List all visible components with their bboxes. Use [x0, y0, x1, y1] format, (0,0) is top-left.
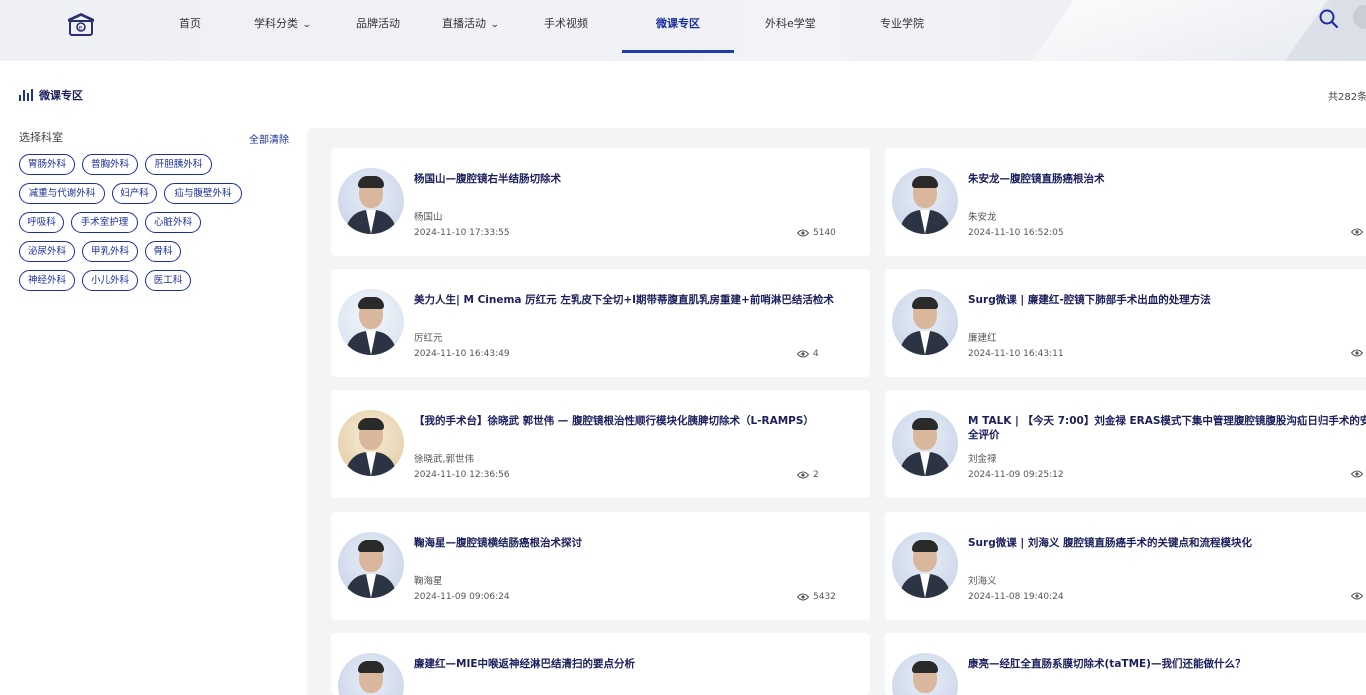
course-date: 2024-11-09 09:06:24 [414, 592, 510, 602]
chevron-down-icon: ⌄ [489, 20, 500, 30]
department-tag[interactable]: 手术室护理 [71, 212, 138, 233]
eye-icon [1351, 228, 1363, 236]
course-views: 5432 [797, 592, 836, 602]
nav-item-e-classroom[interactable]: 外科e学堂 [765, 15, 816, 31]
course-author: 徐晓武,郭世伟 [414, 454, 475, 465]
department-tag[interactable]: 呼吸科 [19, 212, 64, 233]
eye-icon [1351, 470, 1363, 478]
course-author: 刘金禄 [968, 454, 997, 465]
department-tag[interactable]: 小儿外科 [82, 270, 138, 291]
course-card[interactable]: 朱安龙—腹腔镜直肠癌根治术 朱安龙 2024-11-10 16:52:05 [885, 148, 1366, 256]
section-header: 微课专区 [19, 87, 83, 103]
course-author: 杨国山 [414, 212, 443, 223]
course-title: M TALK | 【今天 7:00】刘金禄 ERAS模式下集中管理腹腔镜腹股沟疝… [968, 415, 1366, 441]
lecturer-avatar [892, 532, 958, 598]
total-count: 共282条 [1328, 92, 1366, 103]
course-card[interactable]: 鞠海星—腹腔镜横结肠癌根治术探讨 鞠海星 2024-11-09 09:06:24… [331, 512, 870, 620]
course-date: 2024-11-10 16:43:11 [968, 349, 1064, 359]
lecturer-avatar [338, 410, 404, 476]
eye-icon [1351, 349, 1363, 357]
nav-item-home[interactable]: 首页 [179, 15, 201, 31]
lecturer-avatar [892, 653, 958, 695]
site-logo-icon[interactable]: e [66, 11, 96, 37]
nav-item-live[interactable]: 直播活动 ⌄ [442, 15, 500, 31]
department-tag[interactable]: 普胸外科 [82, 154, 138, 175]
course-title: Surg微课 | 廉建红-腔镜下肺部手术出血的处理方法 [968, 294, 1211, 306]
course-date: 2024-11-10 16:43:49 [414, 349, 510, 359]
department-tag[interactable]: 妇产科 [112, 183, 157, 204]
course-title: 美力人生| M Cinema 厉红元 左乳皮下全切+I期带蒂腹直肌乳房重建+前哨… [414, 294, 834, 306]
chevron-down-icon: ⌄ [301, 20, 312, 30]
course-title: 朱安龙—腹腔镜直肠癌根治术 [968, 173, 1105, 185]
course-title: 廉建红—MIE中喉返神经淋巴结清扫的要点分析 [414, 658, 636, 670]
course-views: 4 [797, 349, 819, 359]
course-views: 2 [797, 470, 819, 480]
clear-all-button[interactable]: 全部清除 [249, 131, 289, 146]
course-author: 鞠海星 [414, 576, 443, 587]
nav-item-academy[interactable]: 专业学院 [880, 15, 924, 31]
nav-item-micro-courses[interactable]: 微课专区 [656, 15, 700, 31]
course-card[interactable]: 美力人生| M Cinema 厉红元 左乳皮下全切+I期带蒂腹直肌乳房重建+前哨… [331, 269, 870, 377]
course-card[interactable]: Surg微课 | 廉建红-腔镜下肺部手术出血的处理方法 廉建红 2024-11-… [885, 269, 1366, 377]
nav-item-brand-events[interactable]: 品牌活动 [356, 15, 400, 31]
course-card[interactable]: M TALK | 【今天 7:00】刘金禄 ERAS模式下集中管理腹腔镜腹股沟疝… [885, 390, 1366, 498]
course-views [1351, 592, 1366, 600]
lecturer-avatar [892, 410, 958, 476]
bar-chart-icon [19, 89, 34, 101]
course-card[interactable]: 杨国山—腹腔镜右半结肠切除术 杨国山 2024-11-10 17:33:55 5… [331, 148, 870, 256]
section-title: 微课专区 [39, 89, 83, 102]
department-tag[interactable]: 神经外科 [19, 270, 75, 291]
department-tag[interactable]: 甲乳外科 [82, 241, 138, 262]
course-date: 2024-11-10 16:52:05 [968, 228, 1064, 238]
course-views [1351, 349, 1366, 357]
course-title: 康亮—经肛全直肠系膜切除术(taTME)—我们还能做什么？ [968, 658, 1246, 670]
course-date: 2024-11-10 17:33:55 [414, 228, 510, 238]
course-title: 鞠海星—腹腔镜横结肠癌根治术探讨 [414, 537, 582, 549]
lecturer-avatar [338, 532, 404, 598]
course-author: 朱安龙 [968, 212, 997, 223]
lecturer-avatar [892, 289, 958, 355]
department-tag[interactable]: 泌尿外科 [19, 241, 75, 262]
department-tag[interactable]: 肝胆胰外科 [145, 154, 212, 175]
eye-icon [797, 593, 809, 601]
course-card[interactable]: 廉建红—MIE中喉返神经淋巴结清扫的要点分析 [331, 633, 870, 695]
department-tag[interactable]: 心脏外科 [145, 212, 201, 233]
search-icon[interactable] [1318, 8, 1340, 30]
course-author: 廉建红 [968, 333, 997, 344]
top-navigation: e 首页 学科分类 ⌄ 品牌活动 直播活动 ⌄ 手术视频 微课专区 外科e学堂 专业… [0, 0, 1366, 61]
nav-item-surgery-videos[interactable]: 手术视频 [544, 15, 588, 31]
eye-icon [797, 350, 809, 358]
course-date: 2024-11-09 09:25:12 [968, 470, 1064, 480]
course-views [1351, 228, 1366, 236]
department-tag[interactable]: 减重与代谢外科 [19, 183, 105, 204]
svg-text:e: e [79, 25, 83, 32]
lecturer-avatar [892, 168, 958, 234]
eye-icon [797, 471, 809, 479]
course-card[interactable]: 【我的手术台】徐晓武 郭世伟 — 腹腔镜根治性顺行模块化胰脾切除术（L-RAMP… [331, 390, 870, 498]
nav-item-disciplines[interactable]: 学科分类 ⌄ [254, 15, 312, 31]
department-tag[interactable]: 胃肠外科 [19, 154, 75, 175]
course-card[interactable]: 康亮—经肛全直肠系膜切除术(taTME)—我们还能做什么？ [885, 633, 1366, 695]
lecturer-avatar [338, 168, 404, 234]
course-author: 刘海义 [968, 576, 997, 587]
course-title: 杨国山—腹腔镜右半结肠切除术 [414, 173, 561, 185]
department-tag[interactable]: 医工科 [145, 270, 191, 291]
course-title: 【我的手术台】徐晓武 郭世伟 — 腹腔镜根治性顺行模块化胰脾切除术（L-RAMP… [414, 415, 814, 427]
course-card[interactable]: Surg微课 | 刘海义 腹腔镜直肠癌手术的关键点和流程模块化 刘海义 2024… [885, 512, 1366, 620]
lecturer-avatar [338, 289, 404, 355]
course-views: 5140 [797, 228, 836, 238]
lecturer-avatar [338, 653, 404, 695]
eye-icon [1351, 592, 1363, 600]
department-filter-label: 选择科室 [19, 131, 63, 144]
course-title: Surg微课 | 刘海义 腹腔镜直肠癌手术的关键点和流程模块化 [968, 537, 1253, 549]
course-views [1351, 470, 1366, 478]
course-date: 2024-11-08 19:40:24 [968, 592, 1064, 602]
course-date: 2024-11-10 12:36:56 [414, 470, 510, 480]
eye-icon [797, 229, 809, 237]
active-tab-indicator [622, 50, 734, 53]
department-tag[interactable]: 疝与腹壁外科 [164, 183, 242, 204]
course-author: 厉红元 [414, 333, 443, 344]
department-tag[interactable]: 骨科 [145, 241, 181, 262]
